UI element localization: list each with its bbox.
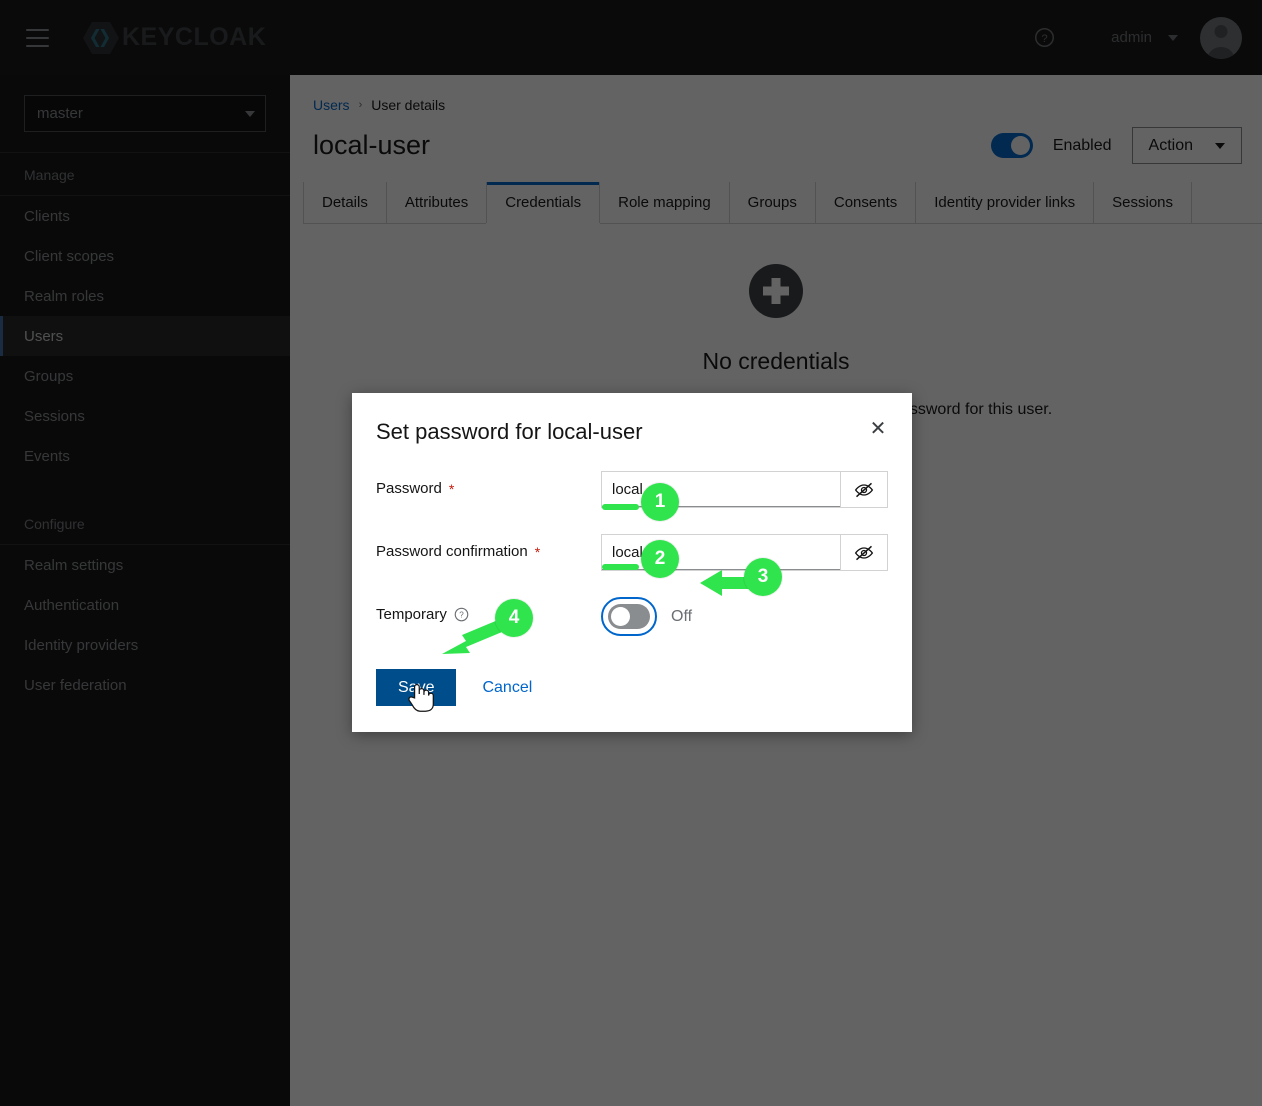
cancel-button[interactable]: Cancel (482, 679, 532, 697)
help-circle-icon[interactable]: ? (454, 607, 470, 623)
save-button[interactable]: Save (376, 669, 457, 706)
required-marker: * (448, 480, 455, 497)
temporary-switch-wrap: Off (601, 597, 692, 636)
temporary-label: Temporary (376, 606, 447, 623)
toggle-knob (611, 607, 630, 626)
password-confirmation-input[interactable] (602, 535, 840, 570)
modal-actions: Save Cancel (376, 669, 888, 706)
set-password-modal: Set password for local-user ✕ Password * (352, 393, 912, 732)
eye-slash-icon[interactable] (840, 472, 887, 507)
temporary-state-label: Off (671, 607, 693, 625)
password-confirmation-label-wrap: Password confirmation * (376, 534, 601, 560)
password-label: Password (376, 480, 442, 497)
password-row: Password * (376, 471, 888, 508)
keycloak-admin-console: KEYCLOAK ? admin master Manage (0, 0, 1262, 1106)
password-confirmation-input-group (601, 534, 888, 571)
required-marker: * (534, 543, 541, 560)
modal-title: Set password for local-user (376, 419, 643, 444)
password-label-wrap: Password * (376, 471, 601, 497)
password-input-group (601, 471, 888, 508)
temporary-toggle[interactable] (608, 604, 650, 629)
temporary-label-wrap: Temporary ? (376, 597, 601, 623)
password-input[interactable] (602, 472, 840, 507)
svg-text:?: ? (460, 611, 465, 620)
password-confirmation-row: Password confirmation * (376, 534, 888, 571)
temporary-toggle-focus-ring (601, 597, 657, 636)
eye-slash-icon[interactable] (840, 535, 887, 570)
temporary-row: Temporary ? Off (376, 597, 888, 636)
password-confirmation-label: Password confirmation (376, 543, 528, 560)
close-icon[interactable]: ✕ (864, 415, 892, 443)
